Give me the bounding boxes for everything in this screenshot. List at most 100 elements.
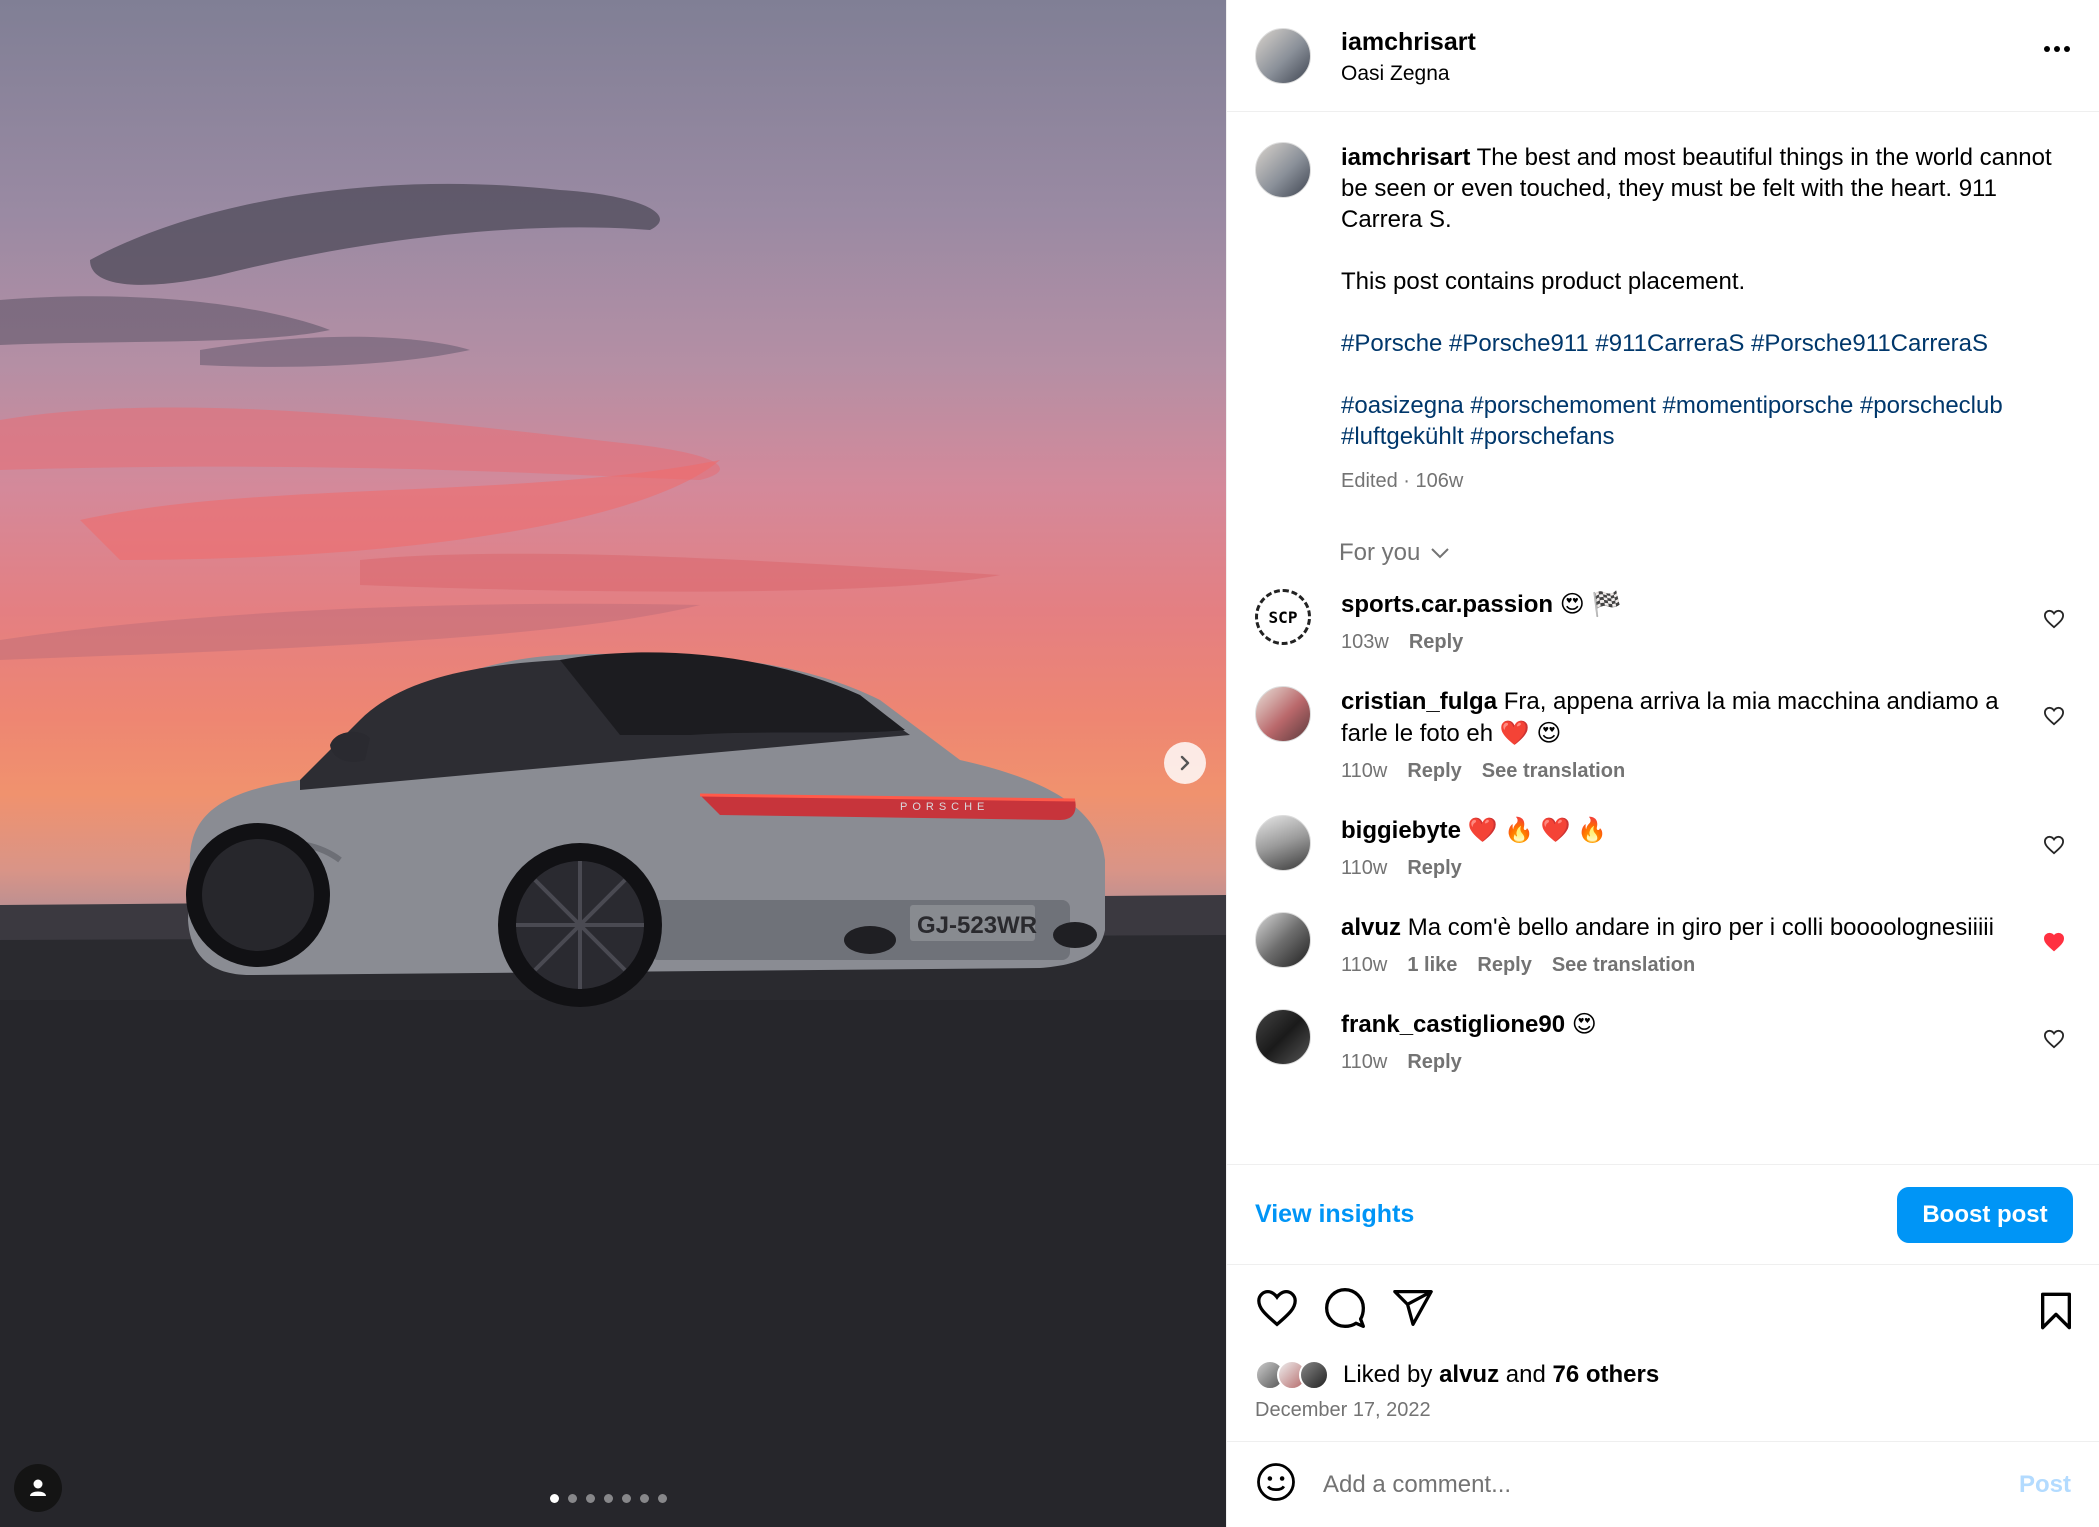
- caption: iamchrisart The best and most beautiful …: [1255, 142, 2071, 497]
- share-icon: [1393, 1289, 1433, 1326]
- reply-button[interactable]: Reply: [1409, 631, 1463, 654]
- bookmark-icon: [2040, 1292, 2071, 1330]
- badge-text: PORSCHE: [900, 801, 989, 813]
- comment-like-button[interactable]: [2043, 835, 2065, 860]
- comments-scroll-area[interactable]: iamchrisart The best and most beautiful …: [1227, 112, 2099, 1164]
- caption-hashtags[interactable]: #oasizegna #porschemoment #momentiporsch…: [1341, 390, 2061, 452]
- liker-avatar: [1299, 1360, 1329, 1390]
- author-avatar[interactable]: [1255, 27, 1311, 84]
- comment-item: cristian_fulga Fra, appena arriva la mia…: [1255, 686, 2071, 783]
- likes-others[interactable]: 76 others: [1552, 1361, 1659, 1388]
- comment-text: 😍 🏁: [1553, 591, 1622, 618]
- comment-input[interactable]: [1323, 1470, 2019, 1499]
- carousel-indicator: [550, 1494, 667, 1503]
- commenter-username[interactable]: cristian_fulga: [1341, 688, 1497, 715]
- chevron-down-icon: [1431, 548, 1450, 559]
- caption-hashtags[interactable]: #Porsche #Porsche911 #911CarreraS #Porsc…: [1341, 328, 2061, 359]
- commenter-avatar[interactable]: [1255, 912, 1311, 968]
- comment-icon: [1325, 1287, 1365, 1328]
- reply-button[interactable]: Reply: [1407, 760, 1461, 783]
- heart-icon: [2043, 835, 2065, 855]
- carousel-dot: [640, 1494, 649, 1503]
- author-username[interactable]: iamchrisart: [1341, 26, 1476, 58]
- heart-icon: [2043, 706, 2065, 726]
- tagged-users-button[interactable]: [14, 1464, 62, 1512]
- comment-like-button[interactable]: [2043, 609, 2065, 634]
- person-icon: [30, 1479, 46, 1496]
- carousel-dot: [658, 1494, 667, 1503]
- comment-like-button[interactable]: [2043, 932, 2065, 957]
- caption-edited-age: Edited · 106w: [1341, 470, 1464, 492]
- carousel-dot: [550, 1494, 559, 1503]
- see-translation-button[interactable]: See translation: [1482, 760, 1625, 783]
- carousel-dot: [586, 1494, 595, 1503]
- comment-age: 103w: [1341, 631, 1389, 653]
- commenter-username[interactable]: sports.car.passion: [1341, 591, 1553, 618]
- caption-author-avatar[interactable]: [1255, 142, 1311, 198]
- post-date: December 17, 2022: [1255, 1399, 1431, 1421]
- emoji-icon: [1257, 1463, 1295, 1501]
- post-location[interactable]: Oasi Zegna: [1341, 62, 1476, 86]
- heart-icon: [2043, 1029, 2065, 1049]
- heart-icon: [1257, 1289, 1297, 1327]
- view-insights-link[interactable]: View insights: [1255, 1200, 1414, 1229]
- comment-text: 😍: [1565, 1011, 1597, 1038]
- likes-user[interactable]: alvuz: [1439, 1361, 1499, 1388]
- carousel-dot: [622, 1494, 631, 1503]
- commenter-username[interactable]: alvuz: [1341, 914, 1401, 941]
- emoji-button[interactable]: [1255, 1461, 1297, 1508]
- share-button[interactable]: [1391, 1288, 1435, 1333]
- heart-filled-icon: [2043, 932, 2065, 952]
- comment-age: 110w: [1341, 1051, 1388, 1073]
- likes-prefix: Liked by: [1343, 1361, 1440, 1388]
- commenter-username[interactable]: biggiebyte: [1341, 817, 1461, 844]
- comment-age: 110w: [1341, 760, 1388, 782]
- comment-like-button[interactable]: [2043, 706, 2065, 731]
- post-viewer: PORSCHE GJ-523WR iamchrisart Oasi Zegna …: [0, 0, 2099, 1527]
- likes-mid: and: [1499, 1361, 1553, 1388]
- comment-button[interactable]: [1323, 1286, 1367, 1335]
- caption-disclosure: This post contains product placement.: [1341, 268, 1746, 295]
- boost-post-button[interactable]: Boost post: [1897, 1186, 2073, 1243]
- comment-item: SCP sports.car.passion 😍 🏁 103w Reply: [1255, 589, 2071, 654]
- commenter-avatar[interactable]: [1255, 686, 1311, 742]
- comments-sort-dropdown[interactable]: For you: [1339, 539, 2071, 567]
- post-actions: View insights Boost post Liked by alvuz …: [1227, 1164, 2099, 1527]
- likes-summary[interactable]: Liked by alvuz and 76 others: [1227, 1355, 2099, 1395]
- likes-text: Liked by alvuz and 76 others: [1343, 1361, 1659, 1389]
- next-media-button[interactable]: [1164, 742, 1206, 784]
- reply-button[interactable]: Reply: [1477, 954, 1531, 977]
- caption-username[interactable]: iamchrisart: [1341, 144, 1470, 171]
- post-comment-button[interactable]: Post: [2019, 1471, 2071, 1499]
- more-options-button[interactable]: [2043, 40, 2071, 58]
- comments-sort-label: For you: [1339, 539, 1421, 566]
- comment-item: frank_castiglione90 😍 110w Reply: [1255, 1009, 2071, 1074]
- like-button[interactable]: [1255, 1288, 1299, 1333]
- reply-button[interactable]: Reply: [1407, 1051, 1461, 1074]
- heart-icon: [2043, 609, 2065, 629]
- save-button[interactable]: [2039, 1291, 2073, 1336]
- reply-button[interactable]: Reply: [1407, 857, 1461, 880]
- carousel-dot: [568, 1494, 577, 1503]
- post-header: iamchrisart Oasi Zegna: [1227, 0, 2099, 112]
- comment-likes-count[interactable]: 1 like: [1407, 954, 1457, 977]
- more-icon: [2044, 46, 2070, 52]
- liker-avatars: [1255, 1360, 1329, 1390]
- comment-text: Ma com'è bello andare in giro per i coll…: [1401, 914, 1994, 941]
- comment-age: 110w: [1341, 857, 1388, 879]
- commenter-avatar[interactable]: SCP: [1255, 589, 1311, 645]
- action-icons: [1227, 1265, 2099, 1355]
- add-comment-bar: Post: [1227, 1441, 2099, 1527]
- comment-age: 110w: [1341, 954, 1388, 976]
- post-media[interactable]: PORSCHE GJ-523WR: [0, 0, 1226, 1527]
- commenter-username[interactable]: frank_castiglione90: [1341, 1011, 1565, 1038]
- car-photo: PORSCHE GJ-523WR: [0, 183, 1226, 1527]
- commenter-avatar[interactable]: [1255, 815, 1311, 871]
- comment-text: ❤️ 🔥 ❤️ 🔥: [1461, 817, 1608, 844]
- post-side-panel: iamchrisart Oasi Zegna iamchrisart The b…: [1226, 0, 2099, 1527]
- comment-like-button[interactable]: [2043, 1029, 2065, 1054]
- commenter-avatar[interactable]: [1255, 1009, 1311, 1065]
- see-translation-button[interactable]: See translation: [1552, 954, 1695, 977]
- license-plate: GJ-523WR: [917, 912, 1037, 939]
- comment-item: alvuz Ma com'è bello andare in giro per …: [1255, 912, 2071, 977]
